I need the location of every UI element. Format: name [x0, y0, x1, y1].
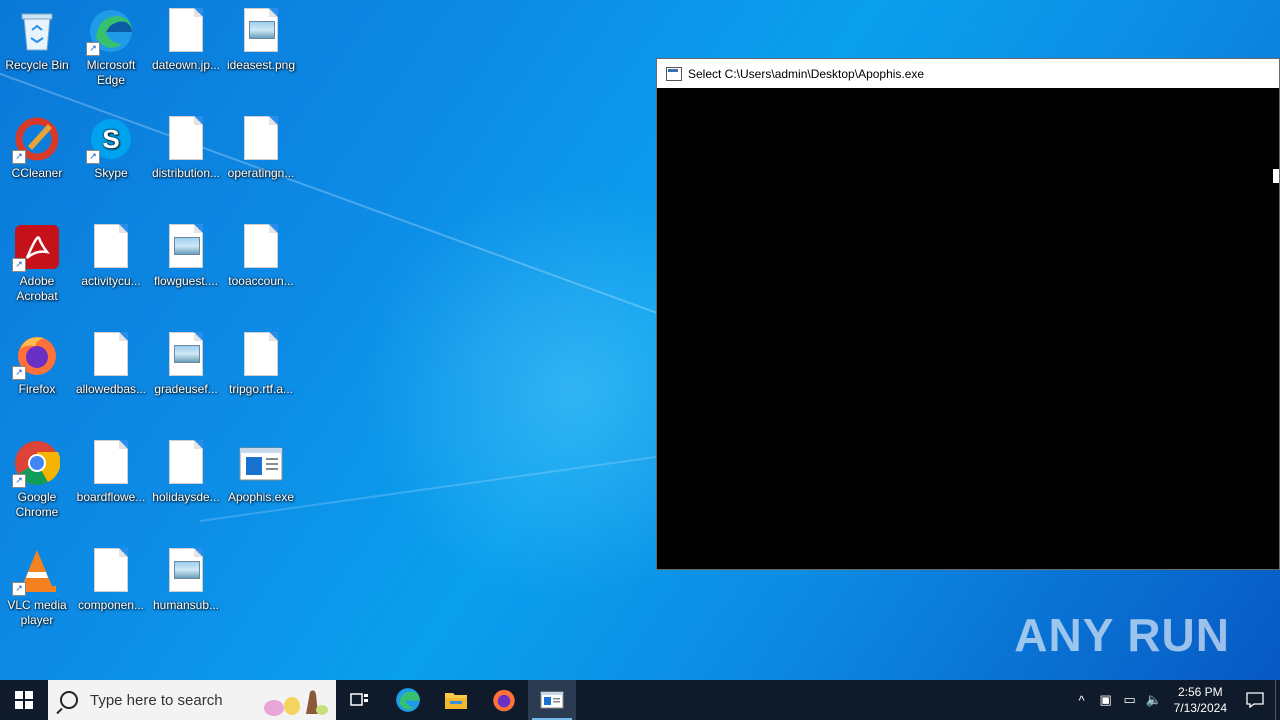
- show-desktop-button[interactable]: [1275, 680, 1280, 720]
- file-icon[interactable]: tooaccoun...: [224, 218, 298, 289]
- edge-icon: [396, 688, 420, 712]
- task-view-icon: [350, 693, 368, 706]
- vlc-media-player-icon[interactable]: ↗ VLC media player: [0, 542, 74, 628]
- desktop-icon-label: distribution...: [151, 166, 221, 180]
- shortcut-arrow-icon: ↗: [12, 582, 26, 596]
- taskbar-search-box[interactable]: Type here to search: [48, 680, 336, 720]
- volume-icon[interactable]: 🔈: [1142, 680, 1166, 720]
- taskbar-edge-button[interactable]: [384, 680, 432, 720]
- taskbar-file-explorer-button[interactable]: [432, 680, 480, 720]
- search-placeholder: Type here to search: [90, 691, 223, 709]
- network-icon[interactable]: ▭: [1118, 680, 1142, 720]
- executable-icon[interactable]: Apophis.exe: [224, 434, 298, 505]
- desktop-icon-label: holidaysde...: [152, 490, 220, 504]
- desktop-icon-label: tripgo.rtf.a...: [228, 382, 294, 396]
- folder-icon: [445, 693, 467, 709]
- desktop-icon-label: Google Chrome: [15, 490, 59, 519]
- desktop-icon-label: operatingn...: [227, 166, 295, 180]
- desktop-icon-label: allowedbas...: [75, 382, 147, 396]
- skype-icon[interactable]: S ↗ Skype: [74, 110, 148, 181]
- taskbar-clock[interactable]: 2:56 PM 7/13/2024: [1166, 684, 1235, 716]
- image-file-icon[interactable]: flowguest....: [149, 218, 223, 289]
- console-window[interactable]: Select C:\Users\admin\Desktop\Apophis.ex…: [656, 58, 1280, 570]
- desktop-icon-label: humansub...: [152, 598, 220, 612]
- shortcut-arrow-icon: ↗: [86, 42, 100, 56]
- desktop-icon-label: Apophis.exe: [227, 490, 295, 504]
- clock-time: 2:56 PM: [1177, 685, 1223, 699]
- image-file-icon[interactable]: ideasest.png: [224, 2, 298, 73]
- clock-date: 7/13/2024: [1173, 701, 1227, 715]
- shortcut-arrow-icon: ↗: [12, 474, 26, 488]
- ccleaner-icon[interactable]: ↗ CCleaner: [0, 110, 74, 181]
- file-icon[interactable]: tripgo.rtf.a...: [224, 326, 298, 397]
- google-chrome-icon[interactable]: ↗ Google Chrome: [0, 434, 74, 520]
- desktop-icon-label: gradeusef...: [154, 382, 218, 396]
- console-cursor: [1273, 169, 1279, 183]
- desktop-icon-label: boardflowe...: [76, 490, 146, 504]
- desktop-icon-label: tooaccoun...: [228, 274, 294, 288]
- task-view-button[interactable]: [336, 680, 384, 720]
- desktop: Recycle Bin ↗ CCleaner ↗ Adobe Acrobat ↗…: [0, 0, 1280, 680]
- desktop-icon-label: CCleaner: [11, 166, 63, 180]
- shortcut-arrow-icon: ↗: [12, 366, 26, 380]
- console-app-icon: [540, 691, 564, 709]
- taskbar-firefox-button[interactable]: [480, 680, 528, 720]
- console-title-bar[interactable]: Select C:\Users\admin\Desktop\Apophis.ex…: [657, 59, 1279, 88]
- console-title: Select C:\Users\admin\Desktop\Apophis.ex…: [688, 66, 925, 81]
- desktop-icon-label: ideasest.png: [226, 58, 296, 72]
- file-icon[interactable]: dateown.jp...: [149, 2, 223, 73]
- adobe-acrobat-icon[interactable]: ↗ Adobe Acrobat: [0, 218, 74, 304]
- desktop-icon-label: activitycu...: [81, 274, 141, 288]
- file-icon[interactable]: distribution...: [149, 110, 223, 181]
- anyrun-watermark: ANY RUN: [1014, 609, 1230, 661]
- file-icon[interactable]: boardflowe...: [74, 434, 148, 505]
- desktop-icon-label: Recycle Bin: [5, 58, 69, 72]
- file-icon[interactable]: operatingn...: [224, 110, 298, 181]
- file-icon[interactable]: componen...: [74, 542, 148, 613]
- desktop-icon-label: Firefox: [18, 382, 56, 396]
- notifications-icon[interactable]: [1235, 680, 1275, 720]
- file-icon[interactable]: holidaysde...: [149, 434, 223, 505]
- desktop-icon-label: dateown.jp...: [151, 58, 221, 72]
- shortcut-arrow-icon: ↗: [12, 258, 26, 272]
- search-highlight-decoration-icon: [264, 690, 328, 716]
- microsoft-edge-icon[interactable]: ↗ Microsoft Edge: [74, 2, 148, 88]
- taskbar-console-button[interactable]: [528, 680, 576, 720]
- shortcut-arrow-icon: ↗: [86, 150, 100, 164]
- file-icon[interactable]: activitycu...: [74, 218, 148, 289]
- desktop-icon-label: flowguest....: [153, 274, 219, 288]
- desktop-icon-label: Microsoft Edge: [86, 58, 136, 87]
- firefox-icon[interactable]: ↗ Firefox: [0, 326, 74, 397]
- image-file-icon[interactable]: humansub...: [149, 542, 223, 613]
- file-icon[interactable]: allowedbas...: [74, 326, 148, 397]
- image-file-icon[interactable]: gradeusef...: [149, 326, 223, 397]
- desktop-icon-label: Skype: [94, 166, 128, 180]
- system-tray: ^ ▣ ▭ 🔈 2:56 PM 7/13/2024: [1070, 680, 1280, 720]
- search-icon: [60, 691, 78, 709]
- console-app-icon: [666, 66, 682, 81]
- desktop-icon-label: componen...: [77, 598, 145, 612]
- firefox-icon: [493, 689, 515, 712]
- svg-text:S: S: [102, 124, 119, 154]
- meet-now-icon[interactable]: ▣: [1094, 680, 1118, 720]
- desktop-icon-label: VLC media player: [7, 598, 67, 627]
- start-button[interactable]: [0, 680, 48, 720]
- shortcut-arrow-icon: ↗: [12, 150, 26, 164]
- recycle-bin-icon[interactable]: Recycle Bin: [0, 2, 74, 73]
- desktop-icon-label: Adobe Acrobat: [16, 274, 58, 303]
- show-hidden-icons-chevron-icon[interactable]: ^: [1070, 680, 1094, 720]
- windows-logo-icon: [15, 691, 33, 709]
